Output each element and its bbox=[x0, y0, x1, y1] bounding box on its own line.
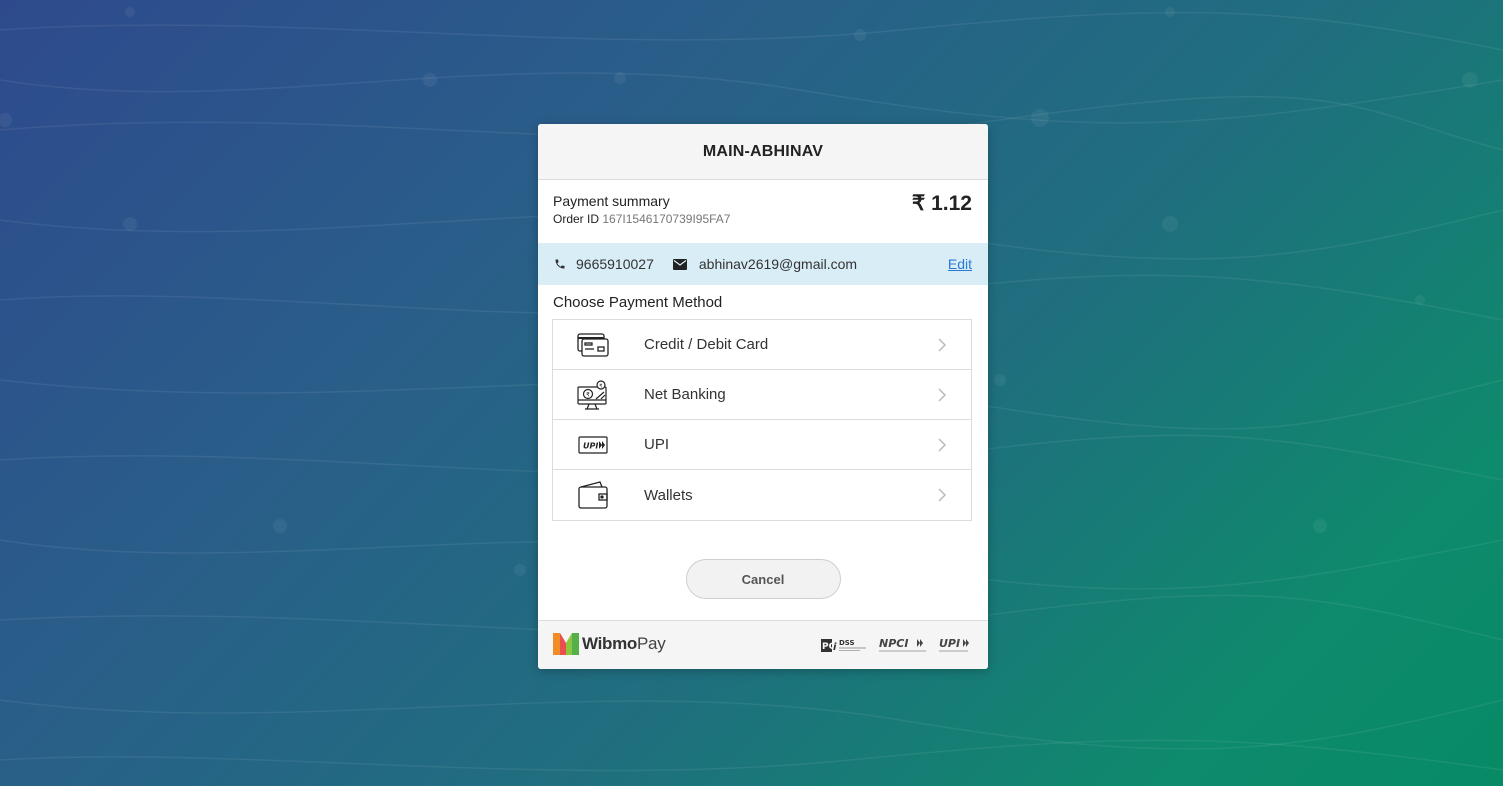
credit-card-icon bbox=[577, 330, 609, 360]
chevron-right-icon bbox=[938, 488, 947, 502]
order-id-label: Order ID bbox=[553, 212, 600, 226]
edit-contact-link[interactable]: Edit bbox=[948, 256, 972, 272]
method-label: Net Banking bbox=[644, 386, 726, 403]
payment-amount: ₹ 1.12 bbox=[911, 192, 972, 215]
pci-dss-badge: PC i DSS bbox=[821, 639, 866, 653]
wallet-icon bbox=[577, 480, 609, 510]
method-label: Wallets bbox=[644, 486, 693, 504]
method-label: Credit / Debit Card bbox=[644, 336, 769, 353]
upi-icon: UPI bbox=[577, 430, 609, 460]
modal-header: MAIN-ABHINAV bbox=[538, 124, 988, 180]
payment-summary: Payment summary Order ID 167I1546170739I… bbox=[538, 180, 988, 243]
net-banking-icon: ₹ ₹ bbox=[577, 379, 609, 410]
email-address: abhinav2619@gmail.com bbox=[698, 256, 858, 272]
order-line: Order ID 167I1546170739I95FA7 bbox=[553, 212, 730, 226]
phone-icon bbox=[553, 257, 567, 271]
svg-text:₹: ₹ bbox=[599, 383, 602, 389]
merchant-title: MAIN-ABHINAV bbox=[702, 142, 824, 160]
brand-name-light: Pay bbox=[637, 634, 666, 653]
brand-name-bold: Wibmo bbox=[582, 634, 638, 653]
method-card[interactable]: Credit / Debit Card bbox=[553, 320, 971, 370]
chevron-right-icon bbox=[938, 387, 947, 402]
phone-number: 9665910027 bbox=[576, 256, 654, 272]
wibmo-pay-logo: WibmoPay bbox=[553, 633, 666, 655]
svg-text:DSS: DSS bbox=[839, 639, 855, 647]
svg-text:UPI: UPI bbox=[583, 441, 598, 450]
method-label: UPI bbox=[644, 436, 670, 453]
wibmo-m-icon bbox=[553, 633, 579, 655]
cancel-button[interactable]: Cancel bbox=[685, 559, 841, 599]
summary-label: Payment summary bbox=[553, 193, 670, 209]
svg-text:₹: ₹ bbox=[586, 391, 590, 398]
cancel-area: Cancel bbox=[538, 521, 988, 621]
modal-footer: WibmoPay PC i DSS NPCI UPI bbox=[538, 620, 988, 669]
certification-badges: PC i DSS NPCI UPI bbox=[820, 636, 972, 654]
method-wallets[interactable]: Wallets bbox=[553, 470, 971, 520]
contact-bar: 9665910027 abhinav2619@gmail.com Edit bbox=[538, 243, 988, 285]
choose-method-heading: Choose Payment Method bbox=[553, 294, 723, 311]
order-id-value: 167I1546170739I95FA7 bbox=[602, 212, 731, 226]
svg-text:i: i bbox=[833, 642, 837, 653]
brand-name: WibmoPay bbox=[582, 634, 666, 654]
chevron-right-icon bbox=[938, 437, 947, 452]
upi-badge: UPI bbox=[939, 637, 969, 652]
payment-modal: MAIN-ABHINAV Payment summary Order ID 16… bbox=[538, 124, 988, 669]
method-netbanking[interactable]: ₹ ₹ Net Banking bbox=[553, 370, 971, 420]
svg-text:UPI: UPI bbox=[939, 637, 960, 650]
envelope-icon bbox=[672, 257, 687, 271]
npci-badge: NPCI bbox=[879, 637, 926, 652]
chevron-right-icon bbox=[938, 337, 947, 352]
svg-text:NPCI: NPCI bbox=[879, 637, 908, 650]
payment-method-list: Credit / Debit Card ₹ ₹ Net Banking UPI … bbox=[552, 319, 972, 521]
method-upi[interactable]: UPI UPI bbox=[553, 420, 971, 470]
